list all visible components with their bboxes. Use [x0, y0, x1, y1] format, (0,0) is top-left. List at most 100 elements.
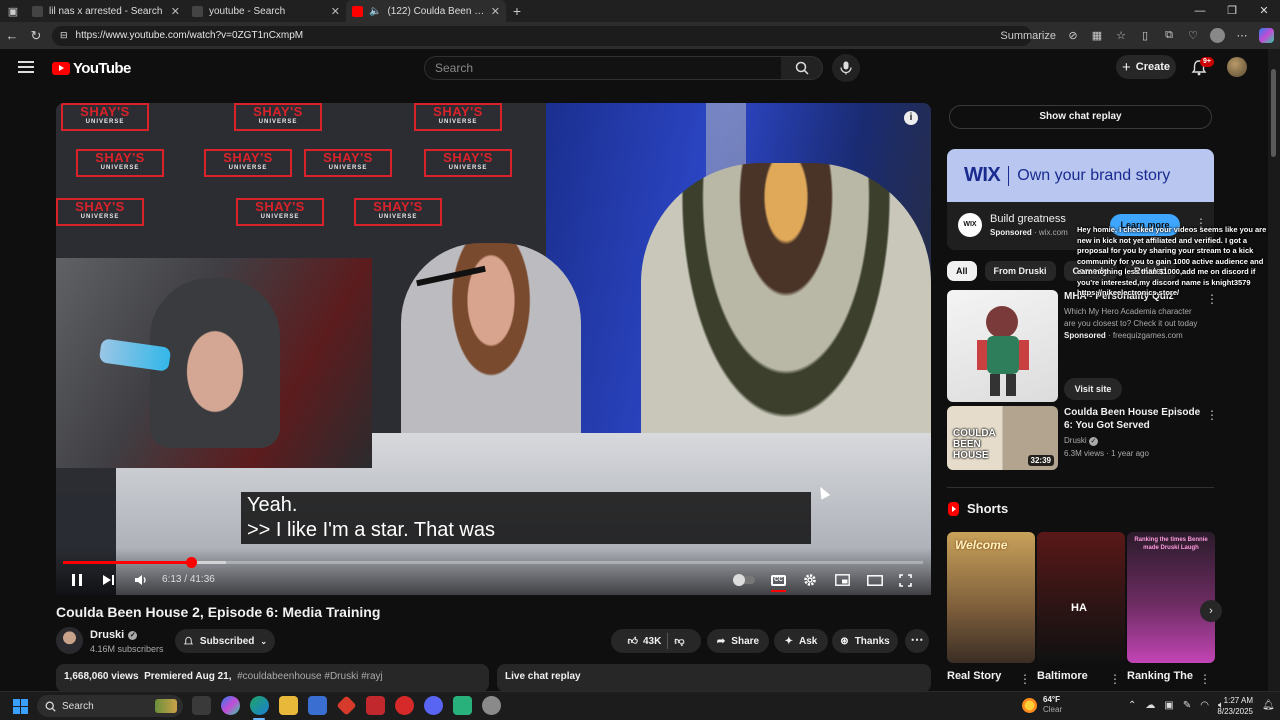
recommendation-title[interactable]: Coulda Been House Episode 6: You Got Ser… — [1064, 406, 1204, 432]
info-icon[interactable]: i — [904, 111, 918, 125]
user-avatar[interactable] — [1227, 57, 1247, 77]
tab-youtube-search[interactable]: youtube - Search ✕ — [186, 0, 346, 22]
menu-icon[interactable] — [18, 61, 34, 73]
dislike-button[interactable]: 👎︎ — [674, 635, 684, 647]
pen-icon[interactable]: ✎ — [1183, 700, 1191, 711]
browser-essentials-icon[interactable]: ♡ — [1186, 29, 1200, 43]
short-title[interactable]: Ranking The — [1127, 670, 1193, 682]
task-view-icon[interactable] — [192, 696, 211, 715]
volume-button[interactable] — [134, 572, 149, 588]
new-tab-button[interactable]: + — [506, 3, 528, 19]
chevron-up-icon[interactable]: ⌃ — [1128, 700, 1136, 711]
pause-button[interactable] — [72, 572, 82, 588]
progress-bar[interactable] — [63, 557, 923, 568]
next-button[interactable] — [102, 572, 115, 588]
fullscreen-button[interactable] — [899, 572, 912, 588]
refresh-icon[interactable]: ↻ — [24, 28, 48, 44]
close-icon[interactable]: ✕ — [171, 5, 180, 18]
scrubber-handle[interactable] — [186, 557, 198, 568]
favorite-star-icon[interactable]: ☆ — [1114, 29, 1128, 43]
discord-icon[interactable] — [424, 696, 443, 715]
kebab-menu-icon[interactable]: ⋮ — [1019, 672, 1031, 686]
windows-start-icon[interactable] — [13, 699, 28, 714]
show-chat-replay-button[interactable]: Show chat replay — [949, 105, 1212, 129]
restore-icon[interactable]: ❐ — [1216, 0, 1248, 22]
close-icon[interactable]: ✕ — [331, 5, 340, 18]
close-window-icon[interactable]: ✕ — [1248, 0, 1280, 22]
short-thumbnail[interactable]: Ranking the times Bennie made Druski Lau… — [1127, 532, 1215, 663]
more-menu-icon[interactable]: ⋯ — [1235, 29, 1249, 43]
share-button[interactable]: ➦ Share — [707, 629, 769, 653]
chip-from-druski[interactable]: From Druski — [984, 261, 1056, 281]
recommendation-item[interactable]: COULDA BEEN HOUSE 32:39 Coulda Been Hous… — [947, 406, 1218, 470]
taskbar-search[interactable]: Search — [37, 695, 183, 717]
miniplayer-button[interactable] — [835, 572, 850, 588]
ask-button[interactable]: ✦ Ask — [774, 629, 828, 653]
create-button[interactable]: + Create — [1116, 55, 1176, 79]
kebab-menu-icon[interactable]: ⋮ — [1206, 408, 1218, 422]
copilot-compose-icon[interactable]: ⊘ — [1066, 29, 1080, 43]
more-actions-icon[interactable]: ⋯ — [905, 629, 929, 653]
weather-widget[interactable]: 64°F Clear — [1022, 695, 1062, 715]
edge-icon[interactable] — [250, 696, 269, 715]
settings-button[interactable] — [803, 572, 817, 588]
subscribed-button[interactable]: Subscribed ⌄ — [175, 629, 275, 653]
collections-icon[interactable]: ⧉ — [1162, 29, 1176, 43]
microsoft-store-icon[interactable] — [308, 696, 327, 715]
site-info-icon[interactable]: ⊟ — [60, 30, 68, 41]
kebab-menu-icon[interactable]: ⋮ — [1199, 672, 1211, 686]
notification-center-icon[interactable]: 🔔︎ — [1262, 700, 1275, 711]
voice-search-button[interactable] — [832, 54, 860, 82]
settings-gear-icon[interactable] — [482, 696, 501, 715]
shield-app-icon[interactable] — [366, 696, 385, 715]
short-title[interactable]: Real Story — [947, 670, 1001, 682]
visit-site-button[interactable]: Visit site — [1064, 378, 1122, 400]
summarize-button[interactable]: Summarize — [1000, 30, 1056, 42]
description-box[interactable]: 1,668,060 views Premiered Aug 21, #could… — [56, 664, 489, 692]
obs-like-app-icon[interactable] — [453, 696, 472, 715]
channel-avatar[interactable] — [56, 627, 83, 654]
extensions-icon[interactable]: ▦ — [1090, 29, 1104, 43]
page-scrollbar[interactable] — [1268, 49, 1280, 691]
tray-app-icon[interactable]: ▣ — [1164, 700, 1173, 711]
chip-all[interactable]: All — [947, 261, 977, 281]
video-player[interactable]: SHAY'S UNIVERSE SHAY'S UNIVERSE SHAY'S UNIV… — [56, 103, 931, 595]
cloud-icon[interactable]: ☁ — [1145, 700, 1155, 711]
search-button[interactable] — [781, 56, 823, 80]
tab-coulda-been-house[interactable]: 🔈 (122) Coulda Been House 2, Ep ✕ — [346, 0, 506, 22]
channel-name[interactable]: Druski ✓ — [90, 629, 138, 641]
hashtags[interactable]: #couldabeenhouse #Druski #rayj — [237, 671, 383, 682]
theater-mode-button[interactable] — [867, 572, 883, 588]
opera-icon[interactable] — [395, 696, 414, 715]
minimize-icon[interactable]: — — [1184, 0, 1216, 22]
recommendation-channel[interactable]: Druski ✓ — [1064, 435, 1098, 447]
close-icon[interactable]: ✕ — [491, 5, 500, 18]
tab-actions-icon[interactable]: ▣ — [0, 0, 26, 22]
recommendation-thumbnail[interactable]: COULDA BEEN HOUSE 32:39 — [947, 406, 1058, 470]
copilot-icon[interactable] — [1259, 28, 1274, 43]
taskbar-clock[interactable]: 1:27 AM 8/23/2025 — [1203, 695, 1253, 717]
back-icon[interactable]: ← — [0, 28, 24, 43]
recommendation-thumbnail[interactable] — [947, 290, 1058, 402]
short-title[interactable]: Baltimore — [1037, 670, 1088, 682]
chevron-right-icon[interactable]: › — [1200, 600, 1222, 622]
subtitles-button[interactable]: CC — [771, 572, 786, 588]
short-thumbnail[interactable]: HA — [1037, 532, 1125, 663]
kebab-menu-icon[interactable]: ⋮ — [1109, 672, 1121, 686]
url-field[interactable]: ⊟ https://www.youtube.com/watch?v=0ZGT1n… — [52, 25, 1032, 46]
search-input[interactable] — [435, 61, 781, 75]
short-thumbnail[interactable]: Welcome — [947, 532, 1035, 663]
like-button[interactable]: 👍︎ 43K — [628, 635, 662, 648]
thanks-button[interactable]: ⊛ Thanks — [832, 629, 898, 653]
red-app-icon[interactable] — [336, 695, 357, 716]
tab-lil-nas-x[interactable]: lil nas x arrested - Search ✕ — [26, 0, 186, 22]
youtube-logo[interactable]: YouTube — [52, 60, 131, 77]
split-screen-icon[interactable]: ▯ — [1138, 29, 1152, 43]
scrollbar-thumb[interactable] — [1271, 69, 1276, 157]
profile-avatar[interactable] — [1210, 28, 1225, 43]
file-explorer-icon[interactable] — [279, 696, 298, 715]
live-chat-replay-header[interactable]: Live chat replay — [497, 664, 931, 692]
autoplay-toggle[interactable] — [733, 572, 755, 588]
copilot-app-icon[interactable] — [221, 696, 240, 715]
speaker-icon[interactable]: 🔈 — [369, 6, 381, 17]
